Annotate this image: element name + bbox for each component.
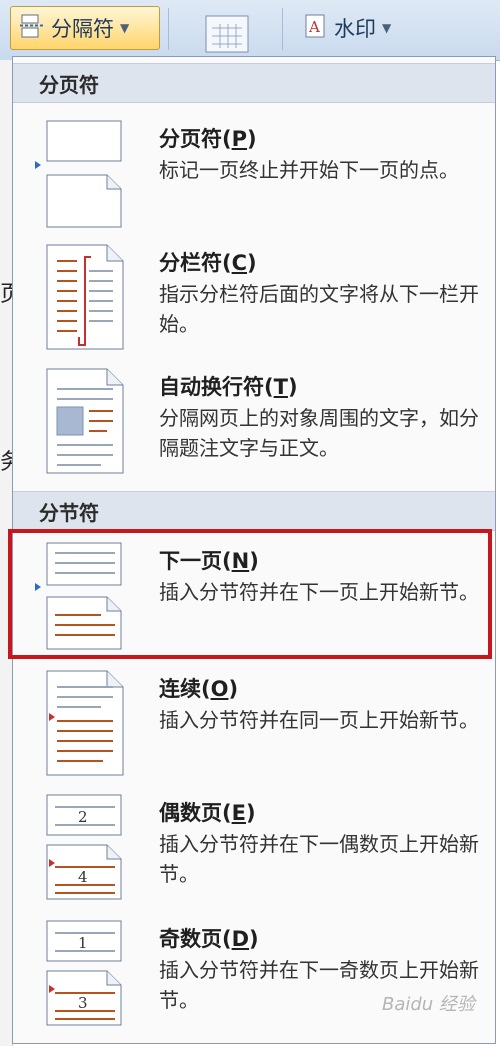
menu-item-title: 偶数页(E) bbox=[159, 801, 256, 825]
menu-item-title: 自动换行符(T) bbox=[159, 375, 298, 399]
menu-item-page-break[interactable]: 分页符(P) 标记一页终止并开始下一页的点。 bbox=[13, 119, 495, 237]
chevron-down-icon: ▼ bbox=[382, 21, 392, 35]
page-setup-button[interactable] bbox=[196, 14, 256, 58]
continuous-section-icon bbox=[31, 669, 131, 779]
next-page-highlight-box bbox=[8, 529, 492, 659]
baidu-watermark: Baidu 经验 bbox=[382, 994, 475, 1015]
breaks-icon bbox=[19, 13, 45, 44]
svg-text:A: A bbox=[308, 18, 320, 36]
menu-item-column-break[interactable]: 分栏符(C) 指示分栏符后面的文字将从下一栏开始。 bbox=[13, 243, 495, 361]
ribbon-divider bbox=[282, 8, 283, 50]
watermark-label: 水印 bbox=[334, 17, 376, 41]
menu-item-description: 标记一页终止并开始下一页的点。 bbox=[159, 158, 459, 182]
ribbon-divider bbox=[168, 8, 169, 50]
odd-page-section-icon: 1 3 bbox=[31, 919, 131, 1029]
breaks-label: 分隔符 bbox=[51, 17, 114, 41]
section-breaks-header: 分节符 bbox=[13, 491, 495, 531]
watermark-dropdown-button[interactable]: A 水印 ▼ bbox=[296, 6, 426, 50]
menu-item-continuous[interactable]: 连续(O) 插入分节符并在同一页上开始新节。 bbox=[13, 669, 495, 787]
menu-item-description: 插入分节符并在同一页上开始新节。 bbox=[159, 708, 479, 732]
menu-item-title: 奇数页(D) bbox=[159, 927, 259, 951]
menu-item-even-page[interactable]: 2 4 偶数页(E) 插入分节符并在下一偶数页上开始新节。 bbox=[13, 793, 495, 911]
svg-text:2: 2 bbox=[78, 808, 88, 826]
breaks-dropdown-button[interactable]: 分隔符 ▼ bbox=[10, 6, 160, 50]
svg-text:3: 3 bbox=[78, 994, 88, 1012]
page-break-icon bbox=[31, 119, 131, 229]
watermark-icon: A bbox=[304, 13, 328, 44]
even-page-section-icon: 2 4 bbox=[31, 793, 131, 903]
column-break-icon bbox=[31, 243, 131, 353]
menu-item-odd-page[interactable]: 1 3 奇数页(D) 插入分节符并在下一奇数页上开始新节。 bbox=[13, 919, 495, 1037]
menu-item-text-wrapping-break[interactable]: 自动换行符(T) 分隔网页上的对象周围的文字，如分隔题注文字与正文。 bbox=[13, 367, 495, 485]
menu-item-title: 连续(O) bbox=[159, 677, 239, 701]
ribbon: 分隔符 ▼ A 水印 ▼ bbox=[0, 0, 500, 61]
text-wrapping-break-icon bbox=[31, 367, 131, 477]
page-grid-icon bbox=[204, 14, 250, 59]
menu-item-description: 插入分节符并在下一偶数页上开始新节。 bbox=[159, 832, 479, 886]
menu-item-title: 分栏符(C) bbox=[159, 251, 257, 275]
menu-item-description: 分隔网页上的对象周围的文字，如分隔题注文字与正文。 bbox=[159, 406, 479, 460]
svg-text:4: 4 bbox=[78, 868, 88, 886]
chevron-down-icon: ▼ bbox=[120, 21, 130, 35]
menu-item-description: 指示分栏符后面的文字将从下一栏开始。 bbox=[159, 282, 479, 336]
menu-item-title: 分页符(P) bbox=[159, 127, 257, 151]
svg-text:1: 1 bbox=[78, 934, 88, 952]
page-breaks-header: 分页符 bbox=[13, 63, 495, 103]
